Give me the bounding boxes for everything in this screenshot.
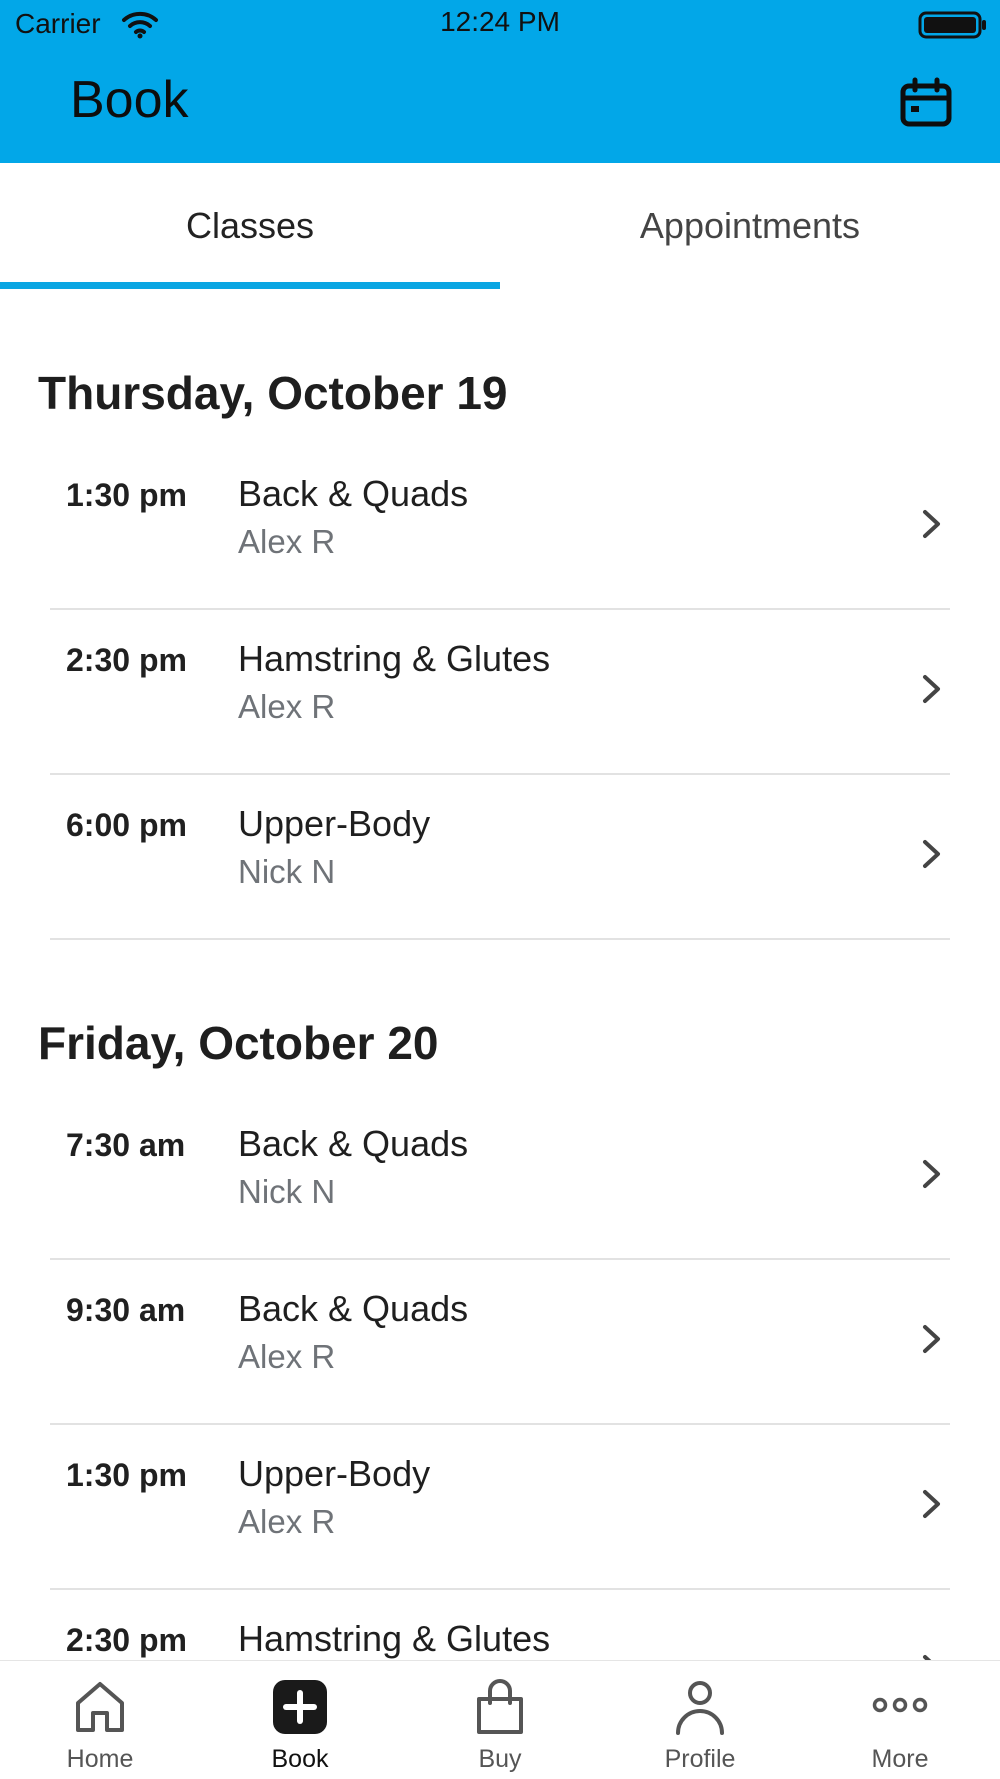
class-name: Back & Quads bbox=[238, 473, 469, 514]
chevron-right-icon bbox=[923, 1490, 940, 1518]
class-instructor: Alex R bbox=[238, 1338, 336, 1375]
tabbar-label: More bbox=[871, 1745, 929, 1773]
tabbar-label: Book bbox=[271, 1745, 329, 1773]
status-time: 12:24 PM bbox=[440, 6, 560, 37]
class-name: Back & Quads bbox=[238, 1123, 469, 1164]
class-time: 1:30 pm bbox=[66, 1457, 187, 1493]
class-time: 7:30 am bbox=[66, 1127, 186, 1163]
class-time: 2:30 pm bbox=[66, 642, 187, 678]
calendar-icon[interactable] bbox=[898, 76, 954, 132]
chevron-right-icon bbox=[923, 675, 940, 703]
chevron-right-icon bbox=[923, 510, 940, 538]
class-instructor: Alex R bbox=[238, 688, 336, 725]
class-row[interactable]: 2:30 pm Hamstring & Glutes Alex R bbox=[50, 610, 950, 775]
class-name: Upper-Body bbox=[238, 1453, 431, 1494]
person-icon bbox=[676, 1681, 724, 1735]
more-dots-icon bbox=[872, 1697, 928, 1713]
class-name: Hamstring & Glutes bbox=[238, 1618, 551, 1659]
class-name: Upper-Body bbox=[238, 803, 431, 844]
class-row[interactable]: 1:30 pm Upper-Body Alex R bbox=[50, 1425, 950, 1590]
class-row[interactable]: 7:30 am Back & Quads Nick N bbox=[50, 1095, 950, 1260]
tabbar-label: Profile bbox=[664, 1745, 736, 1773]
class-instructor: Nick N bbox=[238, 853, 336, 890]
class-name: Back & Quads bbox=[238, 1288, 469, 1329]
tabbar-item-home[interactable]: Home bbox=[0, 1661, 200, 1779]
tab-appointments[interactable]: Appointments bbox=[500, 163, 1000, 289]
class-instructor: Alex R bbox=[238, 523, 336, 560]
tabbar-label: Buy bbox=[478, 1745, 522, 1773]
battery-icon bbox=[918, 11, 986, 39]
chevron-right-icon bbox=[923, 1325, 940, 1353]
class-time: 9:30 am bbox=[66, 1292, 186, 1328]
tabbar-item-more[interactable]: More bbox=[800, 1661, 1000, 1779]
class-row[interactable]: 6:00 pm Upper-Body Nick N bbox=[50, 775, 950, 940]
class-time: 2:30 pm bbox=[66, 1622, 187, 1658]
row-divider bbox=[50, 938, 950, 940]
chevron-right-icon bbox=[923, 1160, 940, 1188]
class-time: 1:30 pm bbox=[66, 477, 187, 513]
shopping-bag-icon bbox=[477, 1679, 523, 1734]
class-instructor: Nick N bbox=[238, 1173, 336, 1210]
class-row[interactable]: 9:30 am Back & Quads Alex R bbox=[50, 1260, 950, 1425]
class-instructor: Alex R bbox=[238, 1503, 336, 1540]
tabbar-item-profile[interactable]: Profile bbox=[600, 1661, 800, 1779]
day-heading: Friday, October 20 bbox=[38, 1017, 439, 1069]
tabbar-label: Home bbox=[66, 1745, 134, 1773]
app-header: Carrier 12:24 PM Book bbox=[0, 0, 1000, 163]
class-row[interactable]: 1:30 pm Back & Quads Alex R bbox=[50, 445, 950, 610]
bottom-tab-bar: Home Book Buy Profile More bbox=[0, 1660, 1000, 1779]
page-title: Book bbox=[70, 71, 189, 129]
segment-tabs: Classes Appointments bbox=[0, 163, 1000, 289]
tabbar-item-buy[interactable]: Buy bbox=[400, 1661, 600, 1779]
tab-classes[interactable]: Classes bbox=[0, 163, 500, 289]
chevron-right-icon bbox=[923, 840, 940, 868]
class-name: Hamstring & Glutes bbox=[238, 638, 551, 679]
plus-square-icon bbox=[273, 1680, 327, 1734]
tabbar-item-book[interactable]: Book bbox=[200, 1661, 400, 1779]
class-time: 6:00 pm bbox=[66, 807, 187, 843]
active-tab-indicator bbox=[0, 282, 500, 289]
day-heading: Thursday, October 19 bbox=[38, 367, 508, 419]
home-icon bbox=[76, 1682, 124, 1732]
